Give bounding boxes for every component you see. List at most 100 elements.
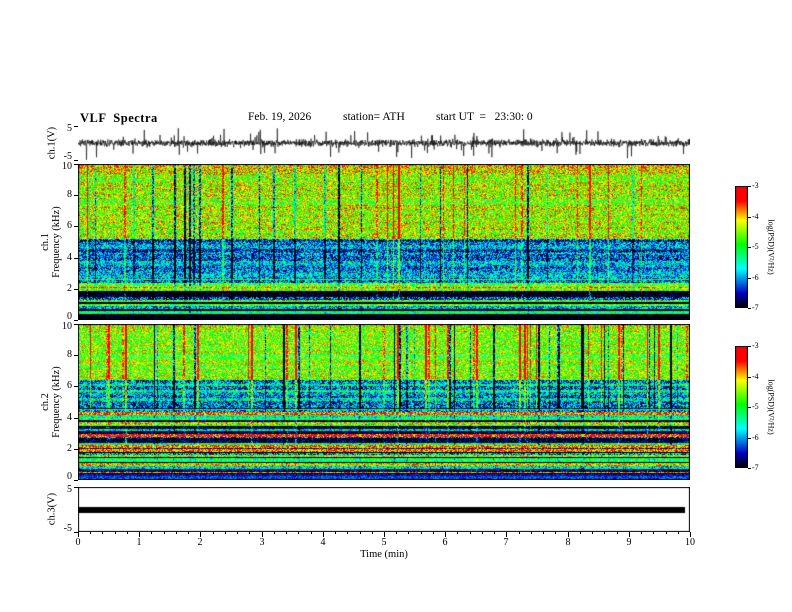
tick-label: 6 [67,220,72,231]
tick-label: -6 [752,433,759,442]
tick-mark [127,532,128,534]
tick-mark [748,308,751,309]
time-axis-label: Time (min) [360,549,408,560]
tick-mark [555,532,556,534]
tick-mark [237,532,238,534]
tick-mark [519,532,520,534]
tick-mark [748,346,751,347]
tick-mark [470,532,471,534]
tick-mark [74,258,78,259]
tick-mark [748,186,751,187]
tick-mark [604,532,605,534]
figure-title: VLF Spectra [80,111,158,125]
tick-mark [115,532,116,534]
tick-mark [90,532,91,534]
tick-label: 4 [67,412,72,423]
ch1-spectrogram-canvas [78,164,690,320]
tick-mark [653,532,654,534]
tick-mark [151,532,152,534]
tick-mark [164,532,165,534]
tick-label: -3 [752,181,759,190]
ch2-frequency-axis-label: ch.2 Frequency (kHz) [40,366,62,437]
tick-label: -4 [752,212,759,221]
tick-label: 8 [67,349,72,360]
tick-label: 10 [685,537,695,548]
axis-label-line1: ch.2 [40,393,51,411]
tick-mark [457,532,458,534]
tick-mark [249,532,250,534]
tick-label: -5 [63,523,72,534]
tick-label: -3 [752,341,759,350]
tick-label: 5 [381,537,387,548]
ch1-frequency-axis-label: ch.1 Frequency (kHz) [40,206,62,277]
tick-label: 10 [62,161,72,172]
tick-mark [298,532,299,534]
tick-mark [748,377,751,378]
tick-label: 9 [626,537,632,548]
ch1-waveform-canvas [78,126,690,160]
axis-label-text: ch.3(V) [46,492,58,526]
tick-mark [372,532,373,534]
tick-label: 0 [75,537,81,548]
tick-mark [74,160,78,161]
tick-mark [748,217,751,218]
vlf-spectra-figure: VLF Spectra Feb. 19, 2026 station= ATH s… [0,0,792,612]
tick-label: 1 [136,537,142,548]
tick-mark [213,532,214,534]
axis-label-line2: Frequency (kHz) [51,366,62,438]
tick-label: 4 [320,537,326,548]
tick-mark [748,407,751,408]
tick-label: 2 [67,443,72,454]
tick-label: 4 [67,252,72,263]
tick-mark [347,532,348,534]
tick-label: 6 [442,537,448,548]
tick-mark [482,532,483,534]
tick-mark [408,532,409,534]
tick-mark [74,418,78,419]
tick-mark [311,532,312,534]
tick-label: 2 [197,537,203,548]
tick-label: 8 [67,189,72,200]
tick-mark [543,532,544,534]
tick-mark [74,449,78,450]
tick-mark [74,487,78,488]
ch3-voltage-axis-label: ch.3(V) [47,493,58,525]
tick-label: 8 [565,537,571,548]
tick-label: 2 [67,283,72,294]
axis-label-line2: Frequency (kHz) [51,206,62,278]
tick-label: 5 [67,484,72,495]
tick-mark [286,532,287,534]
tick-mark [74,324,78,325]
ch2-spectrogram-canvas [78,324,690,480]
tick-label: 3 [259,537,265,548]
tick-label: 6 [67,380,72,391]
tick-label: -7 [752,303,759,312]
tick-mark [74,355,78,356]
tick-mark [433,532,434,534]
tick-label: 5 [67,123,72,134]
tick-label: -6 [752,273,759,282]
tick-mark [74,320,78,321]
tick-mark [74,164,78,165]
tick-mark [748,438,751,439]
tick-mark [274,532,275,534]
tick-mark [74,195,78,196]
tick-label: 7 [503,537,509,548]
station-label: station= ATH [343,111,405,123]
tick-label: -4 [752,372,759,381]
tick-label: 0 [67,471,72,482]
tick-label: -7 [752,463,759,472]
tick-mark [494,532,495,534]
tick-mark [678,532,679,534]
tick-mark [580,532,581,534]
tick-mark [102,532,103,534]
tick-mark [74,386,78,387]
tick-mark [335,532,336,534]
axis-label-line1: ch.1 [40,233,51,251]
tick-mark [74,226,78,227]
tick-label: -5 [752,402,759,411]
tick-mark [748,468,751,469]
ch3-waveform-canvas [78,487,690,532]
tick-label: 10 [62,321,72,332]
tick-mark [666,532,667,534]
